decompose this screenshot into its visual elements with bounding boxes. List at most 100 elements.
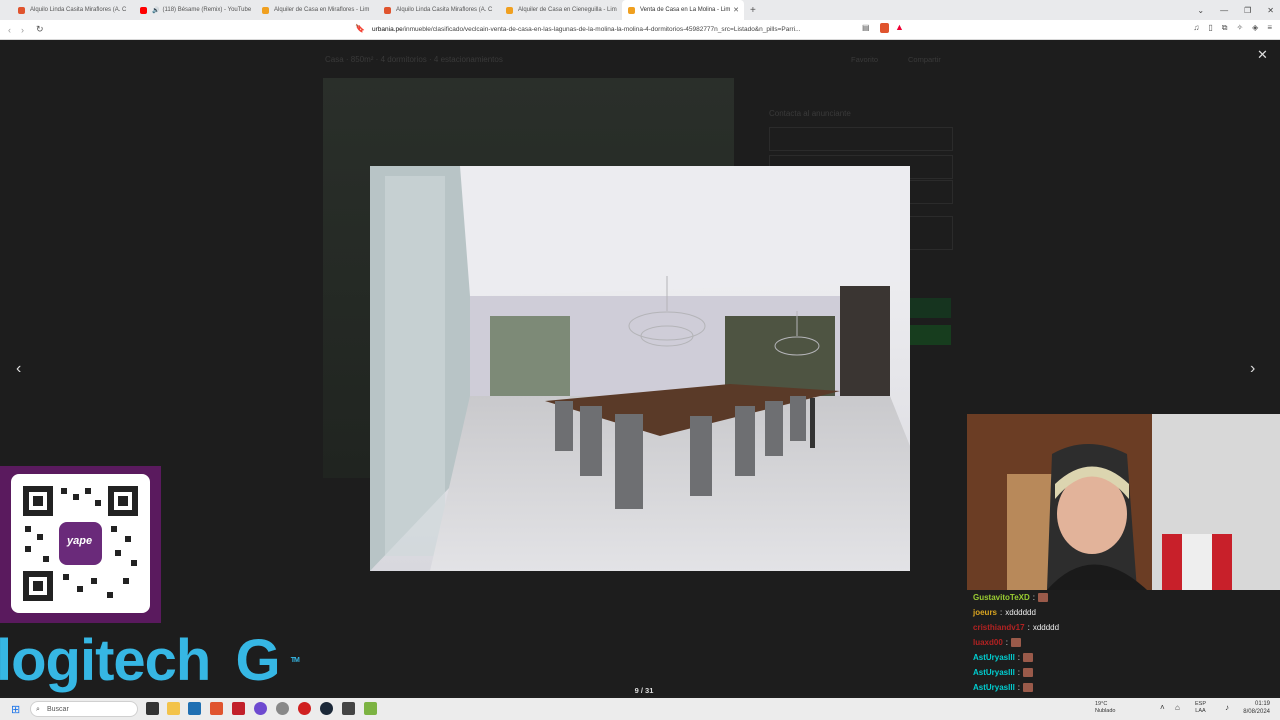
- yape-logo: yape: [67, 535, 93, 547]
- chat-username[interactable]: GustavitoTeXD: [973, 590, 1030, 605]
- taskbar-search[interactable]: ⌕ Buscar: [30, 701, 138, 717]
- lang-code: ESP: [1195, 701, 1207, 707]
- tab-list: Alquilo Linda Casita Miraflores (A. C 🔊 (1…: [12, 0, 744, 20]
- chat-separator: :: [1032, 593, 1035, 602]
- sidebar-icon[interactable]: ▯: [1208, 23, 1212, 33]
- chat-separator: :: [1005, 638, 1009, 647]
- tab-label: (118) Bésame (Remix) - YouTube: [162, 7, 252, 13]
- chat-separator: :: [1017, 668, 1021, 677]
- gallery-photo-dining-room: [370, 166, 910, 571]
- dining-room-image: [370, 166, 910, 571]
- chat-message: AstUryaslll:: [967, 665, 1280, 680]
- logitech-logo: logitech G TM: [0, 628, 300, 694]
- menu-icon[interactable]: ≡: [1267, 23, 1272, 33]
- chat-username[interactable]: joeurs: [973, 605, 997, 620]
- chat-username[interactable]: luaxd00: [973, 635, 1003, 650]
- volume-icon[interactable]: ♪: [1225, 703, 1229, 712]
- search-icon: ⌕: [36, 706, 40, 713]
- browser-tab[interactable]: Alquilo Linda Casita Miraflores (A. C: [378, 0, 500, 20]
- logitech-g-icon: G: [235, 628, 280, 693]
- tab-label: Alquiler de Casa en Miraflores - Lim: [274, 7, 370, 13]
- tab-favicon-icon: [18, 6, 25, 14]
- windows-start-icon[interactable]: ⊞: [11, 703, 20, 716]
- app-icon[interactable]: [298, 702, 311, 715]
- windows-taskbar: ⊞ ⌕ Buscar 19°C Nublado ˄ ⌂ ESP LAA ♪ 01…: [0, 698, 1280, 720]
- wallet-icon[interactable]: ◈: [1252, 23, 1258, 33]
- browser-tab[interactable]: Alquilo Linda Casita Miraflores (A. C: [12, 0, 134, 20]
- reader-mode-icon[interactable]: ▤: [862, 23, 870, 32]
- browser-tab[interactable]: Alquiler de Casa en Cieneguilla - Lim: [500, 0, 622, 20]
- settings-icon[interactable]: [276, 702, 289, 715]
- tab-close-icon[interactable]: ✕: [733, 6, 739, 14]
- browser-tab[interactable]: Venta de Casa en La Molina - Lim ✕: [622, 0, 744, 20]
- reload-icon[interactable]: ↻: [36, 24, 44, 35]
- speaker-icon[interactable]: 🔊: [152, 7, 159, 14]
- brave-rewards-icon[interactable]: ▲: [895, 22, 904, 32]
- app-icon[interactable]: [364, 702, 377, 715]
- chevron-left-icon[interactable]: ‹: [16, 360, 21, 378]
- chat-message: AstUryaslll:: [967, 650, 1280, 665]
- chat-message: AstUryaslll:: [967, 695, 1280, 696]
- clock-date: 8/08/2024: [1243, 709, 1270, 715]
- tray-chevron-icon[interactable]: ˄: [1160, 703, 1165, 712]
- chat-message: joeurs: xdddddd: [967, 605, 1280, 620]
- logitech-wordmark: logitech: [0, 628, 211, 693]
- contact-field: [769, 127, 953, 151]
- chat-emote-icon: [1037, 593, 1048, 602]
- stream-chat: GustavitoTeXD: joeurs: xdddddd cristhiandv1…: [967, 590, 1280, 696]
- chat-username[interactable]: AstUryaslll: [973, 680, 1015, 695]
- app-icon[interactable]: [342, 702, 355, 715]
- tab-label: Alquiler de Casa en Cieneguilla - Lim: [518, 7, 617, 13]
- url-field[interactable]: urbania.pe/inmueble/clasificado/veclcain…: [372, 24, 852, 35]
- chat-username[interactable]: AstUryaslll: [973, 650, 1015, 665]
- tab-favicon-icon: [506, 6, 513, 14]
- clock[interactable]: 01:19 8/08/2024: [1243, 700, 1270, 716]
- qr-code-card: yape: [11, 474, 150, 613]
- forward-icon[interactable]: ›: [21, 25, 24, 35]
- search-placeholder: Buscar: [47, 706, 69, 713]
- browser-tab-bar: Alquilo Linda Casita Miraflores (A. C 🔊 (1…: [0, 0, 1280, 20]
- file-explorer-icon[interactable]: [167, 702, 180, 715]
- tab-favicon-icon: [628, 6, 635, 14]
- chat-emote-icon: [1023, 653, 1034, 662]
- chat-username[interactable]: cristhiandv17: [973, 620, 1025, 635]
- close-window-button[interactable]: ✕: [1267, 6, 1274, 15]
- back-icon[interactable]: ‹: [8, 25, 11, 35]
- browser-tab[interactable]: 🔊 (118) Bésame (Remix) - YouTube: [134, 0, 256, 20]
- close-icon[interactable]: ✕: [1257, 47, 1268, 63]
- media-icon[interactable]: ♫: [1193, 23, 1199, 33]
- brave-shield-icon[interactable]: [880, 23, 889, 33]
- new-tab-button[interactable]: +: [750, 5, 756, 16]
- task-view-icon[interactable]: [146, 702, 159, 715]
- maximize-button[interactable]: ❐: [1244, 6, 1251, 15]
- tab-label: Venta de Casa en La Molina - Lim: [640, 7, 731, 13]
- chat-emote-icon: [1011, 638, 1022, 647]
- chat-username[interactable]: AstUryaslll: [973, 695, 1015, 696]
- tab-favicon-icon: [140, 6, 147, 14]
- steam-icon[interactable]: [320, 702, 333, 715]
- lang-layout: LAA: [1195, 708, 1206, 714]
- brave-icon[interactable]: [210, 702, 223, 715]
- chat-separator: :: [1017, 653, 1021, 662]
- chat-username[interactable]: AstUryaslll: [973, 665, 1015, 680]
- contact-title: Contacta al anunciante: [769, 109, 851, 118]
- browser-tab[interactable]: Alquiler de Casa en Miraflores - Lim: [256, 0, 378, 20]
- leo-icon[interactable]: ✧: [1236, 23, 1243, 33]
- app-icon[interactable]: [254, 702, 267, 715]
- tab-label: Alquilo Linda Casita Miraflores (A. C: [30, 7, 127, 13]
- extensions-icon[interactable]: ⧉: [1222, 23, 1228, 33]
- chevron-right-icon[interactable]: ›: [1250, 360, 1255, 378]
- minimize-button[interactable]: —: [1220, 6, 1228, 15]
- language-indicator[interactable]: ESP LAA: [1195, 701, 1206, 715]
- store-icon[interactable]: [188, 702, 201, 715]
- weather-widget[interactable]: 19°C Nublado: [1095, 701, 1116, 715]
- chat-message: AstUryaslll:: [967, 680, 1280, 695]
- chat-message: cristhiandv17: xddddd: [967, 620, 1280, 635]
- tab-search-icon[interactable]: ⌄: [1197, 6, 1204, 15]
- bookmark-icon[interactable]: 🔖: [355, 24, 365, 33]
- qr-overlay: yape: [0, 466, 161, 623]
- listing-header: Casa · 850m² · 4 dormitorios · 4 estacio…: [325, 55, 503, 64]
- trademark: TM: [290, 657, 300, 664]
- network-icon[interactable]: ⌂: [1175, 703, 1180, 712]
- app-icon[interactable]: [232, 702, 245, 715]
